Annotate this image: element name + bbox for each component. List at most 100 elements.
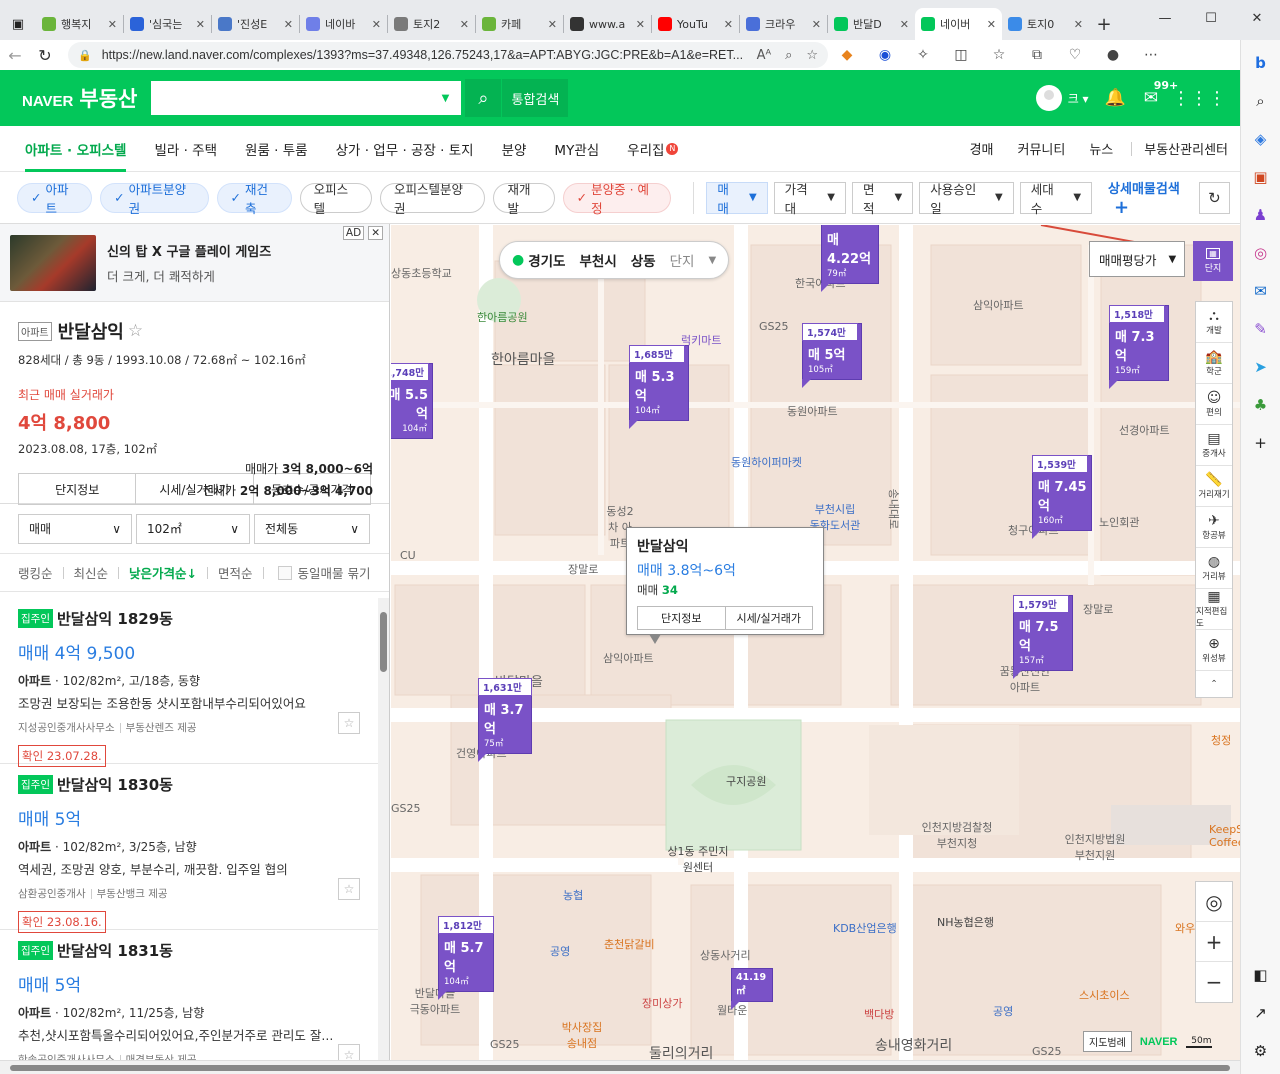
tab-close-icon[interactable]: ✕ — [196, 18, 205, 31]
mail-icon[interactable]: ✉ 99+ — [1144, 79, 1179, 108]
tab-close-icon[interactable]: ✕ — [460, 18, 469, 31]
collections-icon[interactable]: ⧉ — [1018, 47, 1056, 63]
search-button[interactable]: ⌕ — [465, 79, 502, 117]
map-tool-5[interactable]: 📏 거리재기 — [1196, 466, 1232, 507]
browser-tab[interactable]: 카페 ✕ — [476, 8, 563, 40]
filter-select[interactable]: 사용승인일 ▼ — [919, 181, 1014, 216]
browser-tab[interactable]: 행복지 ✕ — [36, 8, 123, 40]
listing-item[interactable]: 집주인 반달삼익 1830동 매매 5억 아파트 · 102/82m², 3/25층,… — [0, 764, 378, 933]
filter-chip[interactable]: 오피스텔분양권 — [379, 182, 486, 216]
bell-icon[interactable]: 🔔 — [1105, 88, 1126, 108]
listing-name[interactable]: 반달삼익 1831동 — [57, 942, 173, 960]
favorite-star-icon[interactable]: ☆ — [338, 1044, 360, 1060]
browser-tab[interactable]: 토지2 ✕ — [388, 8, 475, 40]
popup-button[interactable]: 단지정보 — [638, 607, 726, 629]
nav-right-item[interactable]: 뉴스 — [1089, 139, 1113, 158]
filter-select[interactable]: 매매 ▼ — [706, 181, 768, 216]
nav-item[interactable]: 원룸 · 투룸 — [245, 126, 308, 172]
danji-toggle[interactable]: ▦ 단지 — [1193, 241, 1233, 281]
filter-select[interactable]: 세대수 ▼ — [1019, 181, 1093, 216]
map-pin[interactable]: 1,631만 매 3.7억 75㎡ — [478, 678, 532, 762]
filter-select[interactable]: 면적 ▼ — [851, 181, 914, 216]
browser-tab[interactable]: YouTu ✕ — [652, 8, 739, 40]
add-sidebar-icon[interactable]: + — [1246, 428, 1276, 458]
map-pin[interactable]: 1,685만 매 5.3억 104㎡ — [629, 345, 689, 429]
sidebar-layout-icon[interactable]: ◧ — [1246, 960, 1276, 990]
map-pin[interactable]: 1,574만 매 5억 105㎡ — [802, 323, 862, 388]
map-pin[interactable]: 1,812만 매 5.7억 104㎡ — [438, 916, 494, 1000]
filter-chip[interactable]: ✓ 분양중 · 예정 — [562, 182, 672, 216]
tab-close-icon[interactable]: ✕ — [900, 18, 909, 31]
listing-item[interactable]: 집주인 반달삼익 1831동 매매 5억 아파트 · 102/82m², 11/25층… — [0, 930, 378, 1060]
chevron-down-icon[interactable]: ▼ — [442, 93, 450, 104]
tag-icon[interactable]: ◈ — [1246, 124, 1276, 154]
listing-scrollbar[interactable] — [378, 598, 389, 1060]
back-button[interactable]: ← — [0, 40, 30, 70]
popup-complex-name[interactable]: 반달삼익 — [637, 536, 813, 556]
map-tool-9[interactable]: ⊕ 위성뷰 — [1196, 630, 1232, 671]
sort-option[interactable]: 랭킹순 — [18, 563, 53, 582]
listing-item[interactable]: 집주인 반달삼익 1829동 매매 4억 9,500 아파트 · 102/82m², … — [0, 598, 378, 767]
total-search-button[interactable]: 통합검색 — [502, 79, 569, 117]
complex-tab-button[interactable]: 단지정보 — [19, 474, 137, 504]
page-horizontal-scrollbar[interactable] — [0, 1060, 1240, 1074]
m365-icon[interactable]: ◎ — [1246, 238, 1276, 268]
map-tool-4[interactable]: ▤ 중개사 — [1196, 425, 1232, 466]
map-price-select[interactable]: 매매평당가 ▼ — [1089, 241, 1185, 277]
browser-tab[interactable]: 네이버 ✕ — [915, 8, 1002, 40]
favorite-star-icon[interactable]: ☆ — [128, 321, 143, 341]
nav-item[interactable]: MY관심 — [554, 126, 599, 172]
designer-icon[interactable]: ✎ — [1246, 314, 1276, 344]
map-tool-3[interactable]: ☺ 편의 — [1196, 384, 1232, 425]
outlook-icon[interactable]: ✉ — [1246, 276, 1276, 306]
map-pin[interactable]: 1,518만 매 7.3억 159㎡ — [1109, 305, 1169, 389]
metamask-icon[interactable]: ◆ — [828, 47, 866, 63]
tab-close-icon[interactable]: ✕ — [724, 18, 733, 31]
map-tool-2[interactable]: 🏫 학군 — [1196, 343, 1232, 384]
send-icon[interactable]: ➤ — [1246, 352, 1276, 382]
browser-tab[interactable]: 크라우 ✕ — [740, 8, 827, 40]
split-screen-icon[interactable]: ◫ — [942, 47, 980, 63]
map-tool-6[interactable]: ✈ 항공뷰 — [1196, 507, 1232, 548]
tab-close-icon[interactable]: ✕ — [548, 18, 557, 31]
tab-close-icon[interactable]: ✕ — [284, 18, 293, 31]
zoom-icon[interactable]: ⌕ — [785, 48, 792, 63]
maximize-button[interactable]: ☐ — [1188, 0, 1234, 36]
group-checkbox[interactable] — [277, 565, 292, 580]
map-tool-7[interactable]: ◍ 거리뷰 — [1196, 548, 1232, 589]
tab-close-icon[interactable]: ✕ — [812, 18, 821, 31]
nav-right-item[interactable]: 커뮤니티 — [1018, 139, 1066, 158]
tab-close-icon[interactable]: ✕ — [108, 18, 117, 31]
sort-option[interactable]: 최신순 — [74, 563, 109, 582]
nav-item[interactable]: 상가 · 업무 · 공장 · 토지 — [336, 126, 474, 172]
search-icon[interactable]: ⌕ — [1246, 86, 1276, 116]
browser-tab[interactable]: '심국는 ✕ — [124, 8, 211, 40]
ad-banner[interactable]: 신의 탑 X 구글 플레이 게임즈 더 크게, 더 쾌적하게 AD ✕ — [0, 224, 389, 302]
external-link-icon[interactable]: ↗ — [1246, 998, 1276, 1028]
nav-right-item[interactable]: 경매 — [970, 139, 994, 158]
region-complex[interactable]: 단지 — [670, 250, 695, 270]
user-name[interactable]: 크 ▾ — [1068, 90, 1089, 107]
listing-name[interactable]: 반달삼익 1829동 — [57, 610, 173, 628]
zoom-out-button[interactable]: − — [1196, 962, 1232, 1002]
filter-chip[interactable]: ✓ 아파트 — [17, 182, 93, 216]
extension-circle-icon[interactable]: ◉ — [866, 47, 904, 63]
map-tool-8[interactable]: ▦ 지적편집도 — [1196, 589, 1232, 630]
refresh-button[interactable]: ↻ — [30, 40, 60, 70]
close-window-button[interactable]: ✕ — [1234, 0, 1280, 36]
nav-item[interactable]: 빌라 · 주택 — [154, 126, 217, 172]
minimize-button[interactable]: — — [1142, 0, 1188, 36]
shopping-icon[interactable]: ▣ — [1246, 162, 1276, 192]
browser-tab[interactable]: www.a ✕ — [564, 8, 651, 40]
nav-right-item[interactable]: 부동산관리센터 — [1144, 139, 1228, 158]
map-pin[interactable]: 1,748만 매 5.5억 104㎡ — [391, 363, 433, 439]
chevron-down-icon[interactable]: ▼ — [708, 255, 716, 266]
filter-chip[interactable]: 재개발 — [493, 182, 555, 216]
region-city[interactable]: 부천시 — [579, 250, 616, 270]
naver-land-logo[interactable]: NAVER 부동산 — [22, 83, 137, 113]
nav-item[interactable]: 우리집 N — [627, 126, 679, 172]
profile-avatar[interactable]: ● — [1094, 47, 1132, 63]
url-field[interactable]: 🔒 https://new.land.naver.com/complexes/1… — [68, 42, 828, 68]
map-pin[interactable]: 1,539만 매 7.45억 160㎡ — [1032, 455, 1092, 539]
map-pin[interactable]: 매 4.22억 79㎡ — [821, 225, 879, 292]
